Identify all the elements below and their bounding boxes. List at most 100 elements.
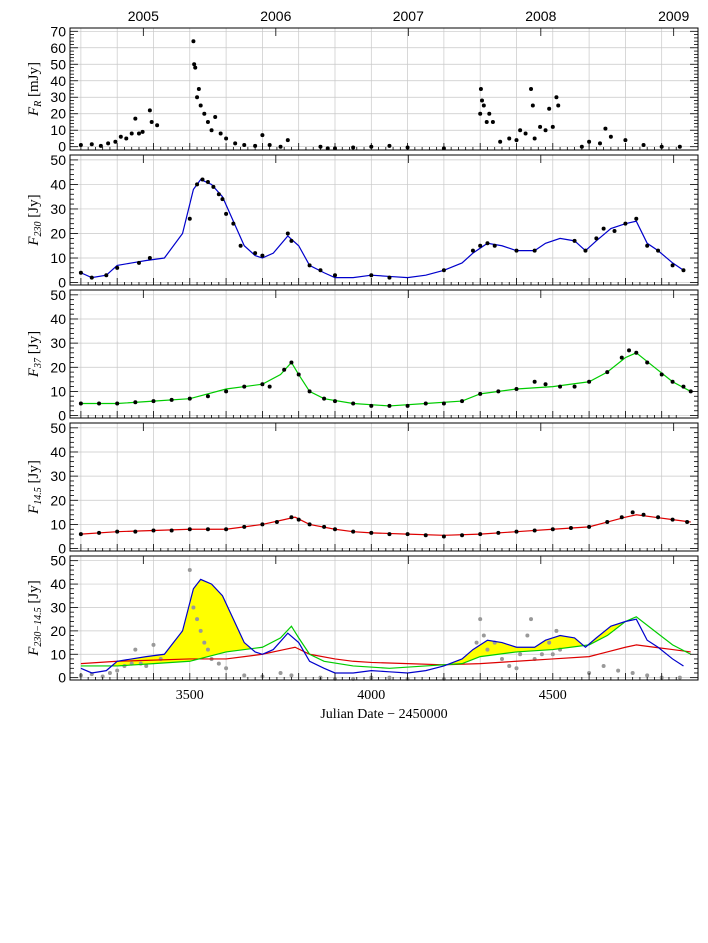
y-tick-label: 30 bbox=[50, 599, 66, 615]
data-point bbox=[484, 119, 489, 124]
data-point bbox=[187, 396, 192, 401]
x-axis-label: Julian Date − 2450000 bbox=[320, 707, 447, 722]
data-point bbox=[136, 131, 141, 136]
data-point bbox=[460, 533, 465, 538]
data-point bbox=[289, 360, 294, 365]
y-tick-label: 20 bbox=[50, 623, 66, 639]
data-point bbox=[474, 640, 479, 645]
data-point bbox=[224, 389, 229, 394]
data-point bbox=[332, 399, 337, 404]
data-point bbox=[115, 668, 120, 673]
data-point bbox=[233, 141, 238, 146]
data-point bbox=[224, 666, 229, 671]
data-point bbox=[211, 184, 216, 189]
data-point bbox=[539, 652, 544, 657]
data-point bbox=[78, 270, 83, 275]
data-point bbox=[550, 652, 555, 657]
y-axis-label: F14.5 [Jy] bbox=[26, 460, 44, 515]
data-point bbox=[278, 670, 283, 675]
data-point bbox=[307, 522, 312, 527]
data-point bbox=[670, 379, 675, 384]
data-point bbox=[681, 268, 686, 273]
data-point bbox=[202, 640, 207, 645]
data-point bbox=[267, 143, 272, 148]
y-label-subscript: 14.5 bbox=[33, 487, 44, 505]
data-point bbox=[242, 143, 247, 148]
data-point bbox=[572, 384, 577, 389]
data-point bbox=[253, 251, 258, 256]
y-tick-label: 10 bbox=[50, 122, 66, 138]
data-point bbox=[209, 128, 214, 133]
y-tick-label: 0 bbox=[58, 670, 66, 686]
y-label-unit: [Jy] bbox=[26, 194, 42, 221]
data-point bbox=[603, 126, 608, 131]
data-point bbox=[514, 138, 519, 143]
data-point bbox=[532, 136, 537, 141]
data-point bbox=[529, 87, 534, 91]
data-point bbox=[205, 179, 210, 184]
data-point bbox=[129, 131, 134, 136]
y-tick-label: 40 bbox=[50, 73, 66, 89]
data-point bbox=[260, 133, 265, 138]
data-point bbox=[187, 216, 192, 221]
data-point bbox=[641, 512, 646, 517]
data-point bbox=[187, 527, 192, 532]
data-point bbox=[619, 355, 624, 360]
data-point bbox=[133, 647, 138, 652]
data-point bbox=[659, 372, 664, 377]
data-point bbox=[587, 524, 592, 529]
y-tick-label: 30 bbox=[50, 201, 66, 217]
data-point bbox=[441, 401, 446, 406]
data-point bbox=[597, 141, 602, 146]
y-label-unit: [Jy] bbox=[26, 460, 42, 487]
data-point bbox=[670, 517, 675, 522]
data-point bbox=[369, 530, 374, 535]
data-point bbox=[224, 527, 229, 532]
data-point bbox=[656, 515, 661, 520]
data-point bbox=[487, 111, 492, 116]
data-point bbox=[224, 136, 229, 141]
data-point bbox=[538, 124, 543, 129]
data-point bbox=[140, 129, 145, 134]
data-point bbox=[198, 103, 203, 108]
data-point bbox=[514, 387, 519, 392]
data-point bbox=[282, 367, 287, 372]
data-point bbox=[558, 384, 563, 389]
data-point bbox=[242, 384, 247, 389]
data-point bbox=[195, 182, 200, 187]
data-point bbox=[608, 134, 613, 139]
data-point bbox=[218, 131, 223, 136]
data-point bbox=[568, 526, 573, 531]
data-point bbox=[641, 143, 646, 148]
y-tick-label: 40 bbox=[50, 311, 66, 327]
data-point bbox=[285, 231, 290, 236]
data-point bbox=[118, 134, 123, 139]
data-point bbox=[195, 95, 200, 100]
data-point bbox=[677, 675, 682, 680]
data-point bbox=[481, 103, 486, 108]
y-tick-label: 50 bbox=[50, 56, 66, 72]
data-point bbox=[441, 534, 446, 539]
data-point bbox=[630, 510, 635, 515]
data-point bbox=[151, 642, 156, 647]
y-label-unit: [Jy] bbox=[26, 580, 42, 607]
data-point bbox=[405, 532, 410, 537]
x-tick-label: 3500 bbox=[176, 688, 204, 703]
data-point bbox=[216, 192, 221, 197]
data-point bbox=[242, 524, 247, 529]
data-point bbox=[369, 403, 374, 408]
data-point bbox=[220, 197, 225, 202]
data-point bbox=[601, 226, 606, 231]
data-point bbox=[485, 241, 490, 246]
data-point bbox=[169, 528, 174, 533]
data-point bbox=[387, 675, 392, 680]
data-point bbox=[191, 39, 196, 44]
data-point bbox=[550, 124, 555, 129]
data-point bbox=[634, 216, 639, 221]
data-point bbox=[193, 65, 198, 70]
x-tick-label: 4500 bbox=[539, 688, 567, 703]
y-tick-label: 50 bbox=[50, 152, 66, 168]
data-point bbox=[115, 529, 120, 534]
data-point bbox=[124, 136, 129, 141]
data-point bbox=[543, 382, 548, 387]
